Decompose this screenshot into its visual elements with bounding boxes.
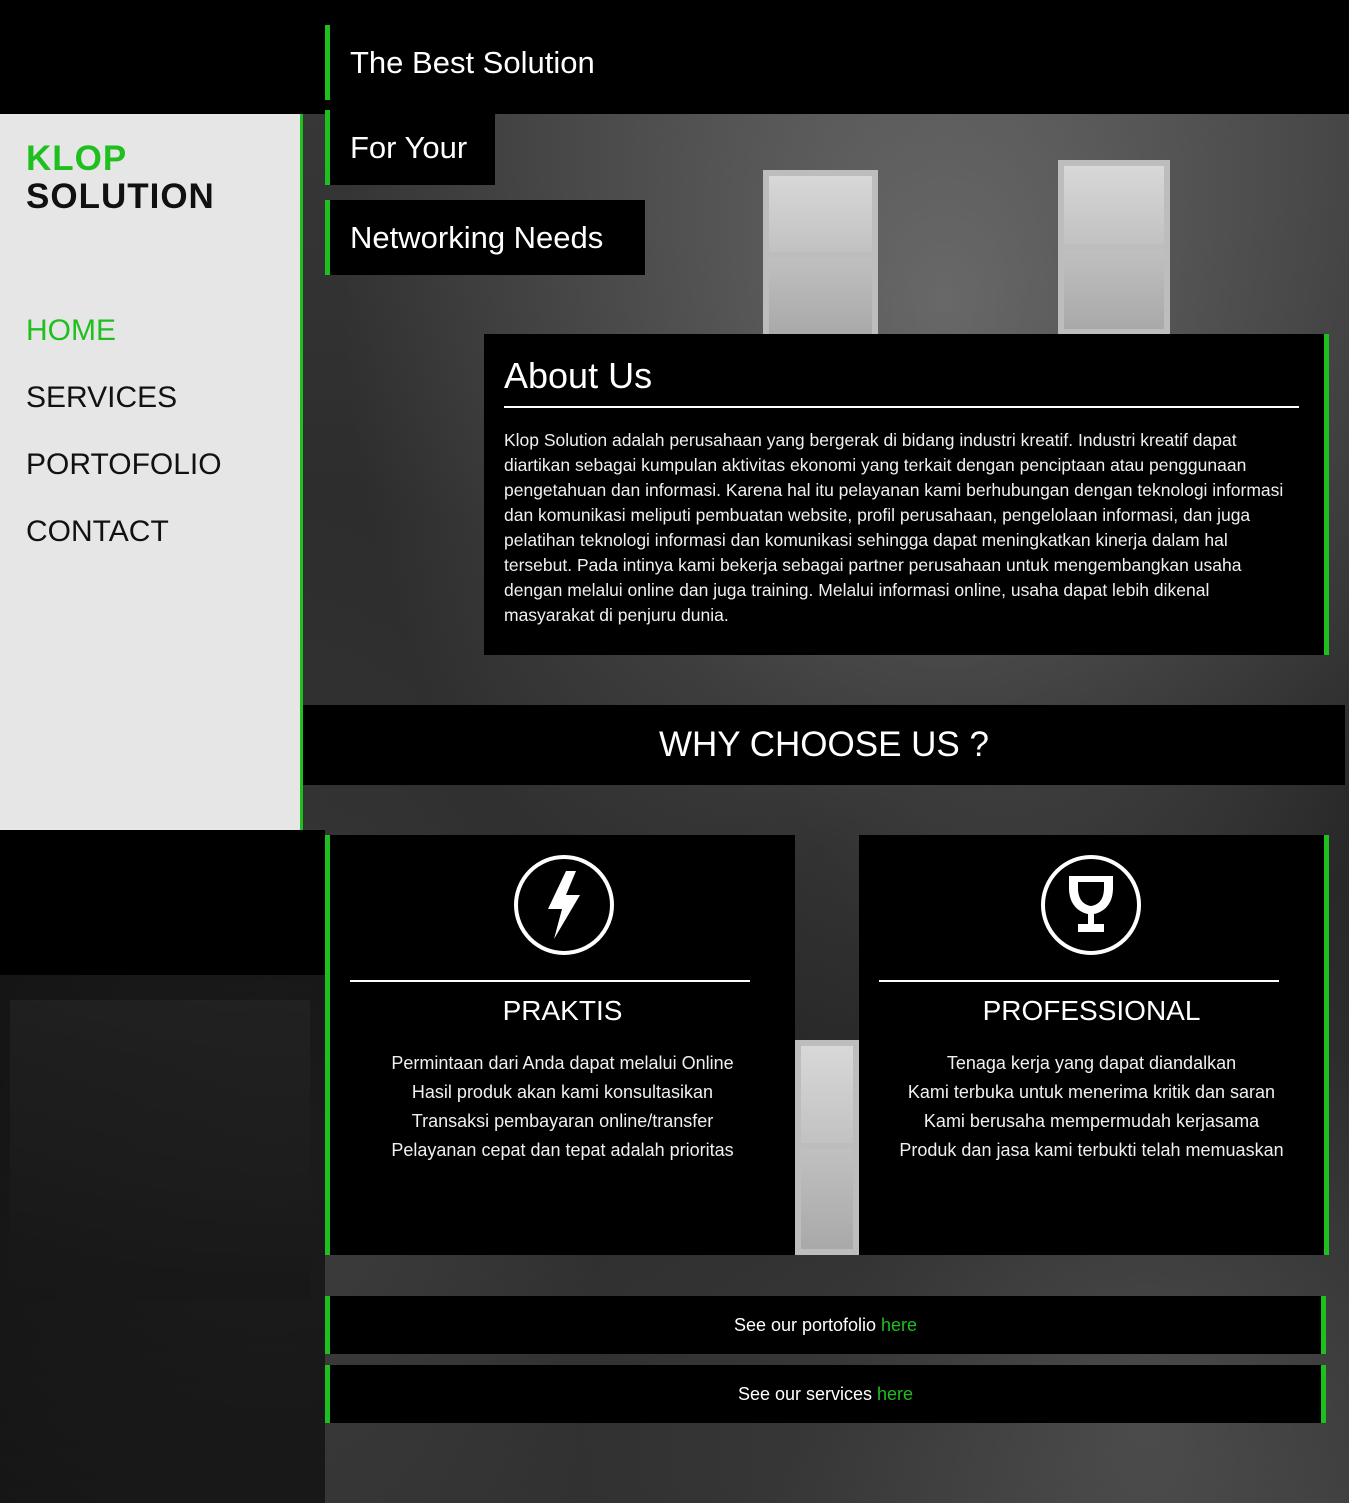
nav-item-contact[interactable]: CONTACT [26,515,222,549]
left-band [0,830,325,975]
portfolio-link-text: See our portofolio [733,1315,882,1335]
top-bar [0,0,1349,114]
background-window [795,1040,859,1255]
nav-item-services[interactable]: SERVICES [26,381,222,415]
hero-line-3: Networking Needs [325,200,645,275]
feature-card-praktis: PRAKTIS Permintaan dari Anda dapat melal… [325,835,795,1255]
lightning-icon [514,855,614,955]
about-section: About Us Klop Solution adalah perusahaan… [484,334,1329,655]
background-window [763,170,878,340]
background-window [1058,160,1170,335]
logo-line-2: SOLUTION [26,177,215,216]
services-link-bar: See our services here [325,1365,1326,1423]
feature-point: Kami terbuka untuk menerima kritik dan s… [907,1082,1276,1102]
about-title: About Us [504,352,1299,408]
hero-line-2: For Your [325,110,495,185]
feature-point: Permintaan dari Anda dapat melalui Onlin… [391,1053,734,1073]
hero-line-1: The Best Solution [325,25,620,100]
feature-title: PROFESSIONAL [982,995,1201,1026]
feature-divider [350,980,750,982]
feature-point: Hasil produk akan kami konsultasikan [411,1082,714,1102]
services-link-text: See our services [737,1384,878,1404]
portfolio-here-link[interactable]: here [881,1315,917,1335]
feature-point: Kami berusaha mempermudah kerjasama [923,1111,1260,1131]
about-body: Klop Solution adalah perusahaan yang ber… [504,430,1284,625]
logo[interactable]: KLOP SOLUTION [26,140,215,216]
feature-point: Transaksi pembayaran online/transfer [411,1111,714,1131]
left-overlay [0,975,325,1503]
why-title: WHY CHOOSE US ? [659,725,989,764]
feature-divider [879,980,1279,982]
trophy-icon [1041,855,1141,955]
why-choose-us-heading: WHY CHOOSE US ? [303,705,1345,785]
hero-line-3-text: Networking Needs [350,220,604,255]
nav-item-home[interactable]: HOME [26,314,222,348]
feature-title: PRAKTIS [502,995,623,1026]
portfolio-link-bar: See our portofolio here [325,1296,1326,1354]
feature-point: Produk dan jasa kami terbukti telah memu… [899,1140,1284,1160]
feature-point: Tenaga kerja yang dapat diandalkan [946,1053,1237,1073]
feature-point: Pelayanan cepat dan tepat adalah priorit… [391,1140,734,1160]
hero-line-1-text: The Best Solution [350,45,595,80]
feature-points: Tenaga kerja yang dapat diandalkan Kami … [859,1049,1324,1165]
main-nav: HOME SERVICES PORTOFOLIO CONTACT [26,314,222,582]
feature-card-professional: PROFESSIONAL Tenaga kerja yang dapat dia… [859,835,1329,1255]
nav-item-portofolio[interactable]: PORTOFOLIO [26,448,222,482]
sidebar: KLOP SOLUTION HOME SERVICES PORTOFOLIO C… [0,114,303,830]
feature-points: Permintaan dari Anda dapat melalui Onlin… [330,1049,795,1165]
logo-line-1: KLOP [26,139,128,178]
hero-line-2-text: For Your [350,130,468,165]
services-here-link[interactable]: here [877,1384,913,1404]
